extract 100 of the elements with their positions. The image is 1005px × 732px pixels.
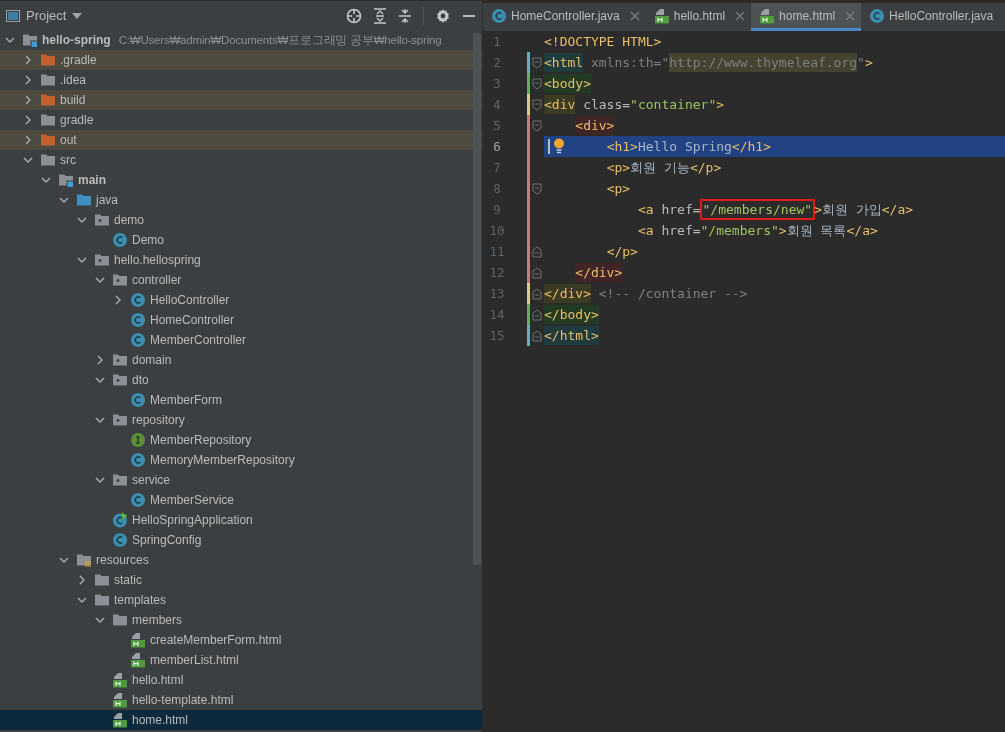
fold-icon[interactable] [532, 329, 542, 342]
chevron-down-icon[interactable] [59, 555, 69, 565]
tree-item[interactable]: .gradle [0, 50, 482, 70]
fold-icon[interactable] [532, 245, 542, 258]
tree-item[interactable]: members [0, 610, 482, 630]
tree-item[interactable]: service [0, 470, 482, 490]
code-attribute: class= [583, 96, 631, 114]
tree-item[interactable]: memberList.html [0, 650, 482, 670]
tree-item[interactable]: main [0, 170, 482, 190]
tree-item[interactable]: demo [0, 210, 482, 230]
tree-item[interactable]: MemberService [0, 490, 482, 510]
tree-item[interactable]: templates [0, 590, 482, 610]
chevron-down-icon[interactable] [95, 615, 105, 625]
tree-item[interactable]: domain [0, 350, 482, 370]
editor-tab[interactable]: home.html [751, 3, 862, 31]
chevron-down-icon[interactable] [77, 215, 87, 225]
chevron-right-icon[interactable] [23, 115, 33, 125]
fold-icon[interactable] [532, 77, 542, 90]
code-string: "container" [630, 96, 717, 114]
folder-icon [40, 52, 56, 68]
code-tag: > [778, 221, 787, 240]
chevron-right-icon[interactable] [23, 135, 33, 145]
chevron-right-icon[interactable] [23, 95, 33, 105]
chevron-down-icon[interactable] [59, 195, 69, 205]
editor-tab[interactable]: HomeController.java [483, 3, 646, 31]
code-url: http://www.thymeleaf.org [669, 53, 858, 72]
tree-item[interactable]: createMemberForm.html [0, 630, 482, 650]
chevron-down-icon[interactable] [95, 375, 105, 385]
fold-icon[interactable] [532, 98, 542, 111]
line-number: 13 [488, 286, 506, 301]
tree-item[interactable]: java [0, 190, 482, 210]
chevron-down-icon[interactable] [95, 475, 105, 485]
tree-item[interactable]: static [0, 570, 482, 590]
line-number: 11 [488, 244, 506, 259]
panel-title[interactable]: Project [26, 8, 67, 23]
tree-item[interactable]: HomeController [0, 310, 482, 330]
chevron-right-icon[interactable] [23, 55, 33, 65]
close-icon[interactable] [735, 10, 746, 21]
locate-icon[interactable] [346, 7, 362, 24]
fold-icon[interactable] [532, 308, 542, 321]
chevron-down-icon[interactable] [5, 35, 15, 45]
fold-icon[interactable] [532, 56, 542, 69]
editor-tab[interactable]: HelloController.java [861, 3, 1000, 31]
chevron-down-icon[interactable] [41, 175, 51, 185]
chevron-down-icon[interactable] [77, 255, 87, 265]
tree-item[interactable]: .idea [0, 70, 482, 90]
tree-item[interactable]: hello.hellospring [0, 250, 482, 270]
code-tag: <a [637, 200, 654, 219]
chevron-right-icon[interactable] [23, 75, 33, 85]
close-icon[interactable] [629, 10, 640, 21]
line-number: 9 [492, 202, 502, 217]
tree-item[interactable]: MemberController [0, 330, 482, 350]
tree-item[interactable]: MemberRepository [0, 430, 482, 450]
settings-icon[interactable] [435, 7, 451, 24]
chevron-right-icon[interactable] [77, 575, 87, 585]
chevron-right-icon[interactable] [113, 295, 123, 305]
collapse-all-icon[interactable] [398, 7, 412, 24]
tree-item[interactable]: hello.html [0, 670, 482, 690]
tree-item[interactable]: repository [0, 410, 482, 430]
tree-item[interactable]: out [0, 130, 482, 150]
code-tag: </div> [544, 284, 591, 303]
tree-item[interactable]: gradle [0, 110, 482, 130]
lightbulb-icon[interactable] [553, 138, 565, 154]
chevron-down-icon[interactable] [23, 155, 33, 165]
tree-item[interactable]: dto [0, 370, 482, 390]
tree-item[interactable]: resources [0, 550, 482, 570]
tree-item[interactable]: hello-spring C:₩Users₩admin₩Documents₩프로그래밍 공부₩hello-spring [0, 30, 482, 50]
code-tag: > [864, 53, 873, 72]
chevron-down-icon[interactable] [77, 595, 87, 605]
line-number: 2 [492, 55, 502, 70]
code-tag: <!DOCTYPE HTML> [544, 32, 662, 51]
fold-icon[interactable] [532, 119, 542, 132]
chevron-right-icon[interactable] [95, 355, 105, 365]
tree-item[interactable]: SpringConfig [0, 530, 482, 550]
tree-item[interactable]: src [0, 150, 482, 170]
tree-item[interactable]: HelloSpringApplication [0, 510, 482, 530]
class-icon [130, 392, 146, 408]
tree-item[interactable]: Demo [0, 230, 482, 250]
fold-icon[interactable] [532, 287, 542, 300]
class-icon [869, 7, 886, 24]
module-folder-icon [58, 172, 74, 188]
fold-icon[interactable] [532, 182, 542, 195]
class-icon [130, 292, 146, 308]
expand-all-icon[interactable] [373, 7, 387, 24]
scrollbar[interactable] [473, 33, 481, 565]
tree-item[interactable]: build [0, 90, 482, 110]
tree-item[interactable]: MemberForm [0, 390, 482, 410]
tree-item[interactable]: controller [0, 270, 482, 290]
tree-item[interactable]: MemoryMemberRepository [0, 450, 482, 470]
editor-tab[interactable]: hello.html [645, 3, 752, 31]
tree-item[interactable]: HelloController [0, 290, 482, 310]
chevron-down-icon[interactable] [95, 275, 105, 285]
code-tag: </html> [544, 326, 599, 345]
dropdown-caret-icon[interactable] [72, 12, 83, 19]
fold-icon[interactable] [532, 266, 542, 279]
tree-item[interactable]: hello-template.html [0, 690, 482, 710]
line-number: 14 [488, 307, 506, 322]
tree-item[interactable]: home.html [0, 710, 482, 730]
chevron-down-icon[interactable] [95, 415, 105, 425]
code-tag: <p> [606, 179, 631, 198]
